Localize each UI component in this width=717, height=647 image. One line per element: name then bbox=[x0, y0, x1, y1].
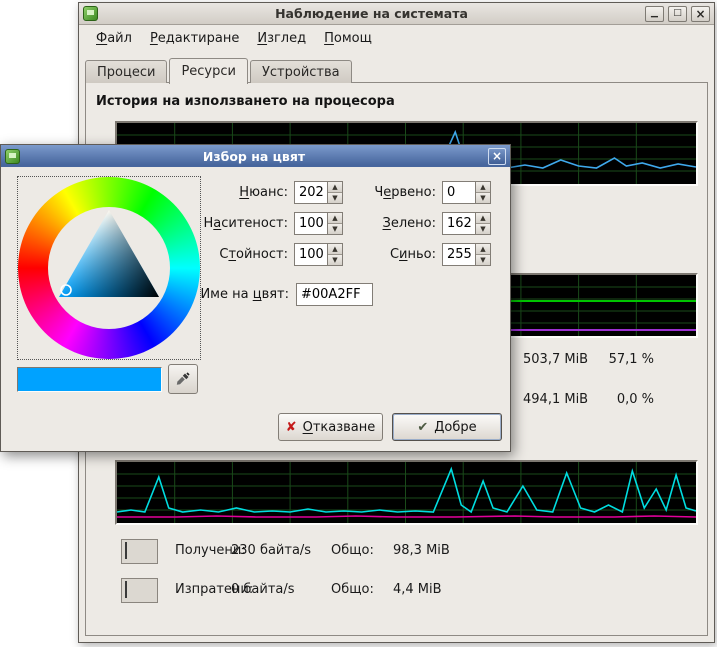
dialog-title: Избор на цвят bbox=[24, 149, 484, 164]
green-spinbutton: ▲ ▼ bbox=[442, 212, 491, 235]
blue-spin-up-icon[interactable]: ▲ bbox=[476, 244, 490, 254]
hue-input[interactable] bbox=[295, 182, 327, 203]
tab-devices[interactable]: Устройства bbox=[250, 60, 352, 83]
network-received-line bbox=[117, 469, 696, 512]
received-rate: 230 байта/s bbox=[231, 543, 311, 558]
red-spin-up-icon[interactable]: ▲ bbox=[476, 182, 490, 192]
received-total: 98,3 MiB bbox=[393, 543, 450, 558]
sent-total-label: Общо: bbox=[331, 582, 374, 597]
saturation-spin-up-icon[interactable]: ▲ bbox=[328, 213, 342, 223]
saturation-spinbutton: ▲ ▼ bbox=[294, 212, 343, 235]
system-monitor-app-icon bbox=[83, 6, 98, 21]
saturation-spin-down-icon[interactable]: ▼ bbox=[328, 223, 342, 234]
cancel-button-label: Отказване bbox=[303, 420, 376, 435]
blue-spin-down-icon[interactable]: ▼ bbox=[476, 254, 490, 265]
dialog-app-icon bbox=[5, 149, 20, 164]
ok-check-icon: ✔ bbox=[417, 421, 428, 434]
received-color-swatch-button[interactable] bbox=[121, 539, 158, 564]
blue-spin-arrows: ▲ ▼ bbox=[475, 244, 490, 265]
hue-spin-up-icon[interactable]: ▲ bbox=[328, 182, 342, 192]
sent-total: 4,4 MiB bbox=[393, 582, 442, 597]
cpu-history-heading: История на използването на процесора bbox=[96, 94, 395, 109]
saturation-spin-arrows: ▲ ▼ bbox=[327, 213, 342, 234]
red-spin-down-icon[interactable]: ▼ bbox=[476, 192, 490, 203]
hue-spin-down-icon[interactable]: ▼ bbox=[328, 192, 342, 203]
maximize-button[interactable]: □ bbox=[668, 6, 687, 22]
network-sent-line bbox=[117, 516, 696, 517]
eyedropper-button[interactable] bbox=[168, 364, 198, 394]
main-titlebar[interactable]: Наблюдение на системата ▁ □ × bbox=[79, 3, 714, 25]
cancel-button[interactable]: ✘ Отказване bbox=[278, 413, 383, 441]
sent-rate: 0 байта/s bbox=[231, 582, 295, 597]
value-spin-arrows: ▲ ▼ bbox=[327, 244, 342, 265]
memory-percent: 57,1 % bbox=[579, 352, 654, 367]
sent-color-swatch bbox=[125, 581, 127, 598]
dialog-close-button[interactable]: × bbox=[488, 148, 506, 165]
ok-button[interactable]: ✔ Добре bbox=[392, 413, 502, 441]
blue-spinbutton: ▲ ▼ bbox=[442, 243, 491, 266]
value-spinbutton: ▲ ▼ bbox=[294, 243, 343, 266]
network-chart-canvas bbox=[117, 462, 696, 523]
menubar: Файл Редактиране Изглед Помощ bbox=[79, 25, 714, 51]
minimize-button[interactable]: ▁ bbox=[645, 6, 664, 22]
value-input[interactable] bbox=[295, 244, 327, 265]
green-spin-up-icon[interactable]: ▲ bbox=[476, 213, 490, 223]
red-label: Червено: bbox=[346, 181, 436, 204]
desktop: Наблюдение на системата ▁ □ × Файл Редак… bbox=[0, 0, 717, 647]
menu-file[interactable]: Файл bbox=[87, 28, 141, 49]
menu-edit[interactable]: Редактиране bbox=[141, 28, 248, 49]
color-name-input[interactable] bbox=[296, 283, 373, 306]
hue-spin-arrows: ▲ ▼ bbox=[327, 182, 342, 203]
legend-received-row: Получени: 230 байта/s Общо: 98,3 MiB bbox=[121, 539, 691, 565]
close-button[interactable]: × bbox=[691, 6, 710, 22]
ok-button-label: Добре bbox=[434, 420, 476, 435]
swap-percent: 0,0 % bbox=[579, 392, 654, 407]
hsv-triangle[interactable] bbox=[18, 177, 200, 359]
received-total-label: Общо: bbox=[331, 543, 374, 558]
blue-input[interactable] bbox=[443, 244, 475, 265]
eyedropper-icon bbox=[175, 371, 191, 387]
color-picker-dialog: Избор на цвят × Нюан bbox=[0, 144, 511, 452]
cancel-x-icon: ✘ bbox=[286, 421, 297, 434]
tab-resources[interactable]: Ресурси bbox=[169, 58, 248, 84]
received-color-swatch bbox=[125, 542, 127, 559]
sent-color-swatch-button[interactable] bbox=[121, 578, 158, 603]
green-spin-arrows: ▲ ▼ bbox=[475, 213, 490, 234]
blue-label: Синьо: bbox=[346, 243, 436, 266]
main-window-title: Наблюдение на системата bbox=[102, 6, 641, 21]
notebook-tabs: Процеси Ресурси Устройства bbox=[85, 56, 354, 83]
menu-view[interactable]: Изглед bbox=[248, 28, 315, 49]
tab-processes[interactable]: Процеси bbox=[85, 60, 167, 83]
color-preview bbox=[17, 367, 162, 392]
hue-spinbutton: ▲ ▼ bbox=[294, 181, 343, 204]
green-spin-down-icon[interactable]: ▼ bbox=[476, 223, 490, 234]
red-spin-arrows: ▲ ▼ bbox=[475, 182, 490, 203]
color-name-label: Име на цвят: bbox=[181, 283, 289, 306]
green-input[interactable] bbox=[443, 213, 475, 234]
saturation-label: Наситеност: bbox=[181, 212, 288, 235]
value-spin-up-icon[interactable]: ▲ bbox=[328, 244, 342, 254]
saturation-input[interactable] bbox=[295, 213, 327, 234]
network-history-chart bbox=[115, 460, 698, 525]
dialog-titlebar[interactable]: Избор на цвят × bbox=[1, 145, 510, 167]
legend-sent-row: Изпратени: 0 байта/s Общо: 4,4 MiB bbox=[121, 578, 691, 604]
menu-help[interactable]: Помощ bbox=[315, 28, 381, 49]
value-spin-down-icon[interactable]: ▼ bbox=[328, 254, 342, 265]
value-label: Стойност: bbox=[181, 243, 288, 266]
hue-wheel[interactable] bbox=[17, 176, 201, 360]
green-label: Зелено: bbox=[346, 212, 436, 235]
red-input[interactable] bbox=[443, 182, 475, 203]
hue-label: Нюанс: bbox=[181, 181, 288, 204]
red-spinbutton: ▲ ▼ bbox=[442, 181, 491, 204]
